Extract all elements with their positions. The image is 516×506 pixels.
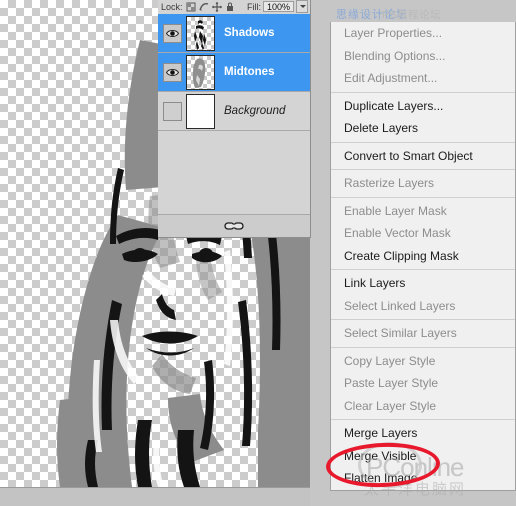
layer-list: Shadows Midtones Background [158,14,310,131]
menu-item-copy-layer-style: Copy Layer Style [344,353,436,368]
layers-panel-footer [158,214,310,237]
menu-item-select-linked-layers: Select Linked Layers [344,298,456,313]
layer-name-midtones: Midtones [224,66,275,78]
screenshot-root: Lock: Fill: 100% Shadows Midtones Backgr… [0,0,516,506]
eye-icon[interactable] [162,62,182,82]
fill-control-group: Fill: 100% [247,0,308,13]
canvas-bottom-border [0,487,310,506]
fill-value[interactable]: 100% [262,1,294,12]
lock-transparent-pixels-icon[interactable] [186,2,196,12]
layer-thumbnail-midtones[interactable] [186,54,215,90]
layer-name-background: Background [224,105,286,117]
layers-panel-empty-area [158,131,310,214]
menu-separator [331,141,515,143]
lock-label: Lock: [161,1,183,12]
link-layers-icon[interactable] [224,220,244,232]
menu-item-paste-layer-style: Paste Layer Style [344,376,439,390]
layer-row-background[interactable]: Background [158,92,310,131]
menu-item-clear-layer-style: Clear Layer Style [344,398,437,413]
visibility-cell[interactable] [158,92,186,131]
menu-item-create-clipping-mask[interactable]: Create Clipping Mask [331,245,515,268]
menu-separator [331,269,515,270]
menu-item-enable-layer-mask: Enable Layer Mask [344,203,447,218]
lock-all-icon[interactable] [225,2,235,12]
layer-thumbnail-background[interactable] [186,93,215,129]
layer-row-midtones[interactable]: Midtones [158,53,310,92]
layer-name-shadows: Shadows [224,27,275,39]
menu-separator [331,346,515,348]
menu-item-rasterize-layers: Rasterize Layers [344,176,435,190]
menu-item-merge-visible[interactable]: Merge Visible [331,445,515,468]
menu-separator [331,419,515,420]
layers-panel: Lock: Fill: 100% Shadows Midtones Backgr… [158,0,311,238]
menu-separator [331,169,515,170]
fill-chevron-down-icon[interactable] [296,0,308,13]
visibility-cell[interactable] [158,14,186,53]
layer-context-menu: Layer Properties... Blending Options... Ed… [330,22,516,491]
layer-thumbnail-shadows[interactable] [186,15,215,51]
menu-separator [331,91,515,93]
lock-position-icon[interactable] [211,1,222,12]
menu-separator [331,196,515,198]
menu-item-edit-adjustment: Edit Adjustment... [344,71,438,85]
menu-item-layer-properties: Layer Properties... [344,26,443,40]
layer-row-shadows[interactable]: Shadows [158,14,310,53]
eye-icon-hidden[interactable] [162,101,182,121]
menu-item-link-layers[interactable]: Link Layers [331,272,515,295]
menu-item-duplicate-layers[interactable]: Duplicate Layers... [331,95,515,118]
menu-item-enable-vector-mask: Enable Vector Mask [344,226,451,240]
menu-item-convert-to-smart-object[interactable]: Convert to Smart Object [331,145,515,168]
layers-lock-bar: Lock: Fill: 100% [158,0,310,13]
menu-item-blending-options: Blending Options... [344,48,446,63]
fill-label: Fill: [246,1,261,12]
eye-icon[interactable] [162,23,182,43]
menu-item-select-similar-layers: Select Similar Layers [344,326,457,340]
menu-item-merge-layers[interactable]: Merge Layers [331,422,515,445]
menu-item-flatten-image[interactable]: Flatten Image [331,467,515,490]
menu-item-delete-layers[interactable]: Delete Layers [331,117,515,140]
menu-separator [331,319,515,320]
lock-image-pixels-icon[interactable] [198,2,209,12]
visibility-cell[interactable] [158,53,186,92]
